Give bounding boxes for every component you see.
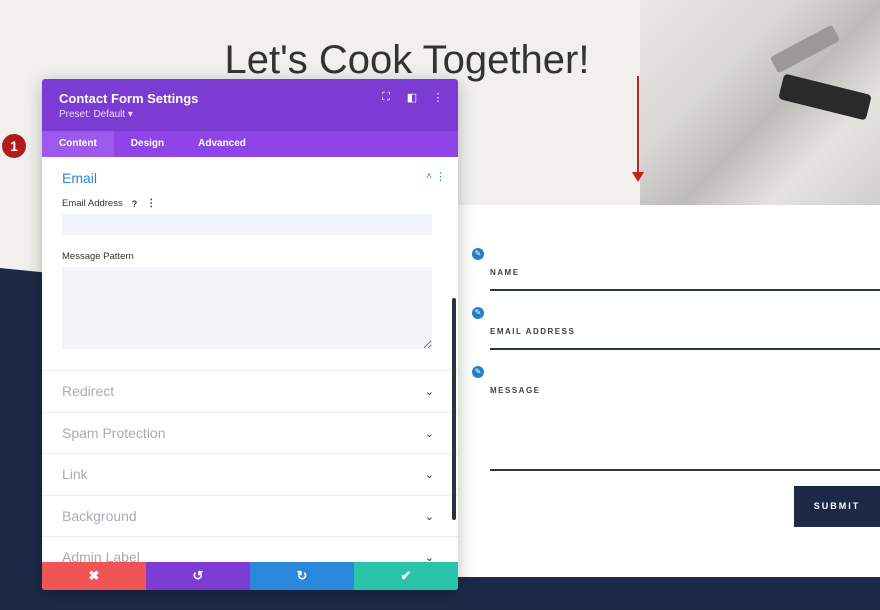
- admin-label-section[interactable]: Admin Label ⌄: [42, 537, 458, 562]
- edit-email-field-icon[interactable]: ✎: [472, 307, 484, 319]
- background-section-title: Background: [62, 507, 137, 524]
- email-address-input[interactable]: [62, 214, 432, 235]
- link-section[interactable]: Link ⌄: [42, 454, 458, 496]
- message-pattern-textarea[interactable]: [62, 267, 432, 349]
- cancel-button[interactable]: ✖: [42, 562, 146, 590]
- chevron-down-icon: ⌄: [424, 386, 434, 398]
- more-options-icon[interactable]: ⋮: [432, 91, 444, 104]
- header-icons: ⛶ ◧ ⋮: [380, 91, 444, 104]
- spam-protection-section-title: Spam Protection: [62, 424, 166, 441]
- spam-protection-section[interactable]: Spam Protection ⌄: [42, 413, 458, 454]
- email-address-label: Email Address: [62, 198, 123, 209]
- email-field[interactable]: [490, 318, 880, 350]
- submit-button[interactable]: SUBMIT: [794, 486, 880, 527]
- red-arrow-annotation: [637, 76, 639, 178]
- fullscreen-icon[interactable]: ⛶: [380, 91, 392, 104]
- modal-footer: ✖ ↺ ↻ ✔: [42, 562, 458, 590]
- redo-button[interactable]: ↻: [250, 562, 354, 590]
- settings-tabs: Content Design Advanced: [42, 131, 458, 157]
- chevron-down-icon: ⌄: [424, 510, 434, 523]
- modal-header: Contact Form Settings Preset: Default ▾ …: [42, 79, 458, 131]
- link-section-title: Link: [62, 466, 88, 482]
- redirect-section-title: Redirect: [62, 383, 115, 399]
- section-more-icon[interactable]: ⋮: [435, 170, 446, 183]
- email-section: Email ˄ ⋮ Email Address ? ⋮ Message Patt…: [42, 157, 458, 371]
- page-title: Let's Cook Together!: [224, 38, 590, 82]
- red-arrow-head-annotation: [632, 172, 644, 182]
- email-address-option: Email Address ? ⋮: [62, 198, 438, 209]
- contact-form-settings-modal: Contact Form Settings Preset: Default ▾ …: [42, 79, 458, 590]
- help-icon[interactable]: ?: [129, 199, 141, 209]
- hero-photo: [640, 0, 880, 205]
- tab-advanced[interactable]: Advanced: [181, 131, 263, 157]
- chevron-down-icon: ⌄: [424, 427, 434, 440]
- collapse-chevron-up-icon[interactable]: ˄: [426, 171, 432, 182]
- edit-name-field-icon[interactable]: ✎: [472, 248, 484, 260]
- save-button[interactable]: ✔: [354, 562, 458, 590]
- undo-button[interactable]: ↺: [146, 562, 250, 590]
- admin-label-section-title: Admin Label: [62, 549, 140, 562]
- chevron-down-icon: ⌄: [424, 552, 434, 562]
- message-pattern-label: Message Pattern: [62, 251, 134, 262]
- background-section[interactable]: Background ⌄: [42, 496, 458, 537]
- redirect-section[interactable]: Redirect ⌄: [42, 371, 458, 413]
- name-field[interactable]: [490, 260, 880, 291]
- split-view-icon[interactable]: ◧: [406, 91, 418, 104]
- edit-message-field-icon[interactable]: ✎: [472, 366, 484, 378]
- email-section-title[interactable]: Email: [62, 170, 438, 186]
- message-field[interactable]: [490, 377, 880, 471]
- tab-content[interactable]: Content: [42, 131, 114, 157]
- step-number-badge: 1: [2, 134, 26, 158]
- modal-scrollbar[interactable]: [452, 298, 456, 520]
- message-pattern-option: Message Pattern: [62, 251, 438, 262]
- settings-content: Email ˄ ⋮ Email Address ? ⋮ Message Patt…: [42, 157, 458, 562]
- option-more-icon[interactable]: ⋮: [146, 198, 156, 209]
- preset-selector[interactable]: Preset: Default ▾: [59, 109, 441, 120]
- chevron-down-icon: ⌄: [424, 469, 434, 481]
- tab-design[interactable]: Design: [114, 131, 181, 157]
